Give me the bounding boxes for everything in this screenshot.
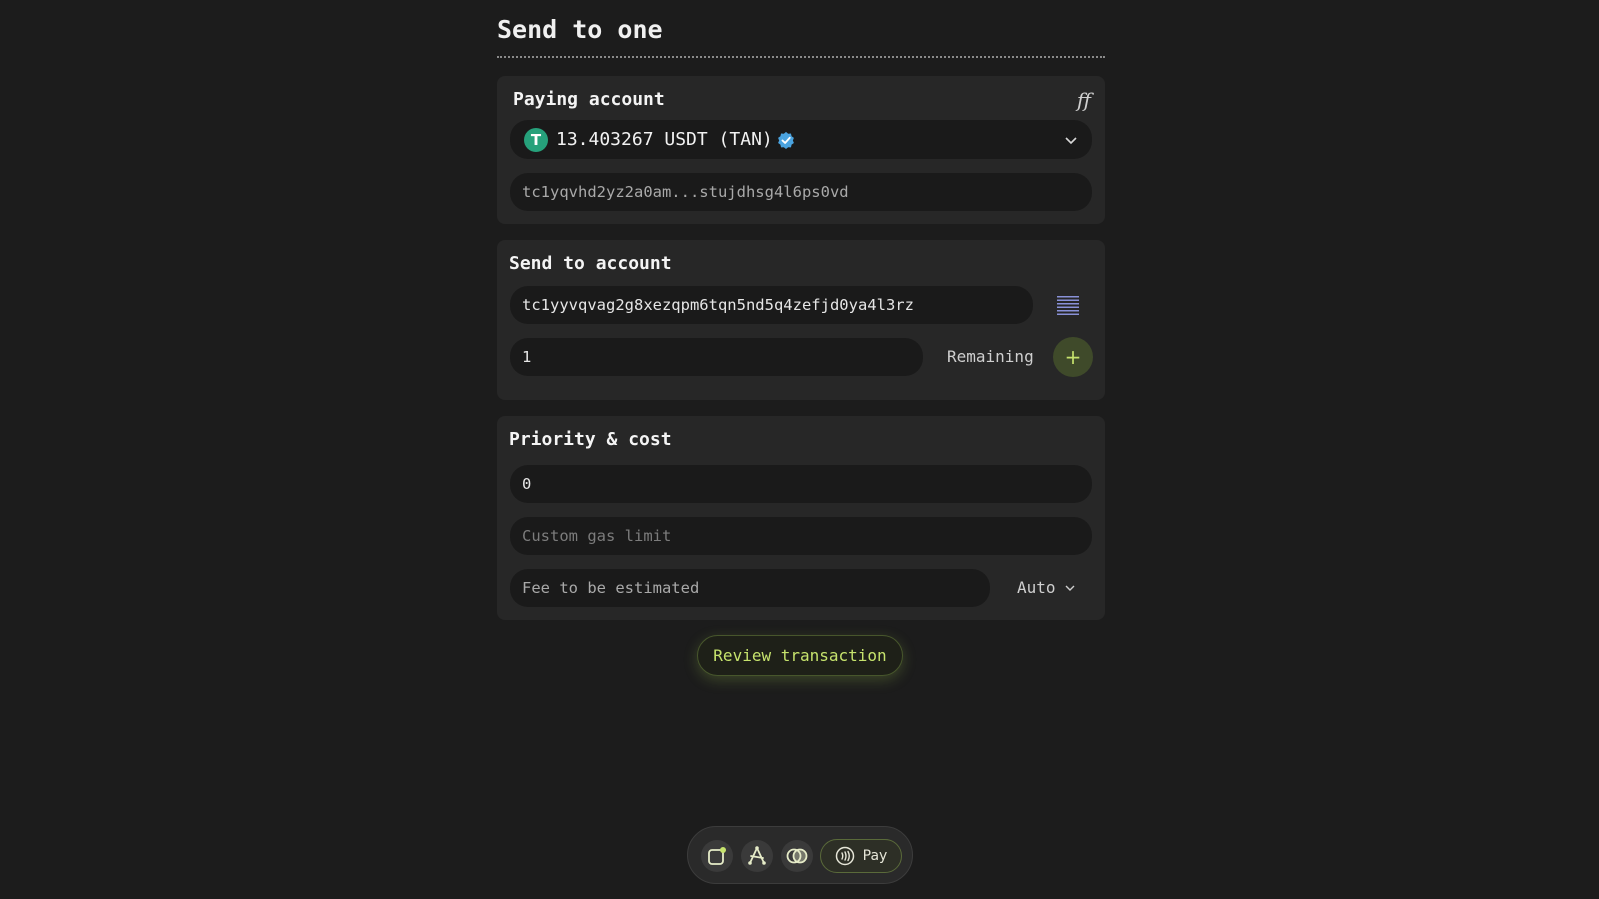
priority-input[interactable]: 0 <box>510 465 1092 503</box>
network-icon <box>748 846 766 865</box>
contactless-pay-icon <box>835 846 854 866</box>
fee-mode-select[interactable]: Auto <box>1017 578 1076 597</box>
review-transaction-button[interactable]: Review transaction <box>697 635 903 676</box>
chevron-down-icon <box>1065 585 1075 591</box>
ff-icon[interactable]: ff <box>1077 88 1091 112</box>
page: Send to one Paying account ff T 13.40326… <box>0 0 1599 899</box>
fee-estimate-field: Fee to be estimated <box>510 569 990 607</box>
dock-wallet-button[interactable] <box>701 840 733 872</box>
amount-input[interactable]: 1 <box>510 338 923 376</box>
chevron-down-icon <box>1065 136 1077 144</box>
page-title: Send to one <box>497 0 1105 58</box>
priority-cost-card: Priority & cost 0 Custom gas limit Fee t… <box>497 416 1105 620</box>
dock-pay-button[interactable]: Pay <box>820 839 902 873</box>
add-recipient-button[interactable]: + <box>1053 337 1093 377</box>
send-to-account-card: Send to account tc1yyvqvag2g8xezqpm6tqn5… <box>497 240 1105 400</box>
recipient-address-input[interactable]: tc1yyvqvag2g8xezqpm6tqn5nd5q4zefjd0ya4l3… <box>510 286 1033 324</box>
address-book-icon[interactable] <box>1057 295 1079 315</box>
overlap-circles-icon <box>786 848 808 864</box>
account-selector[interactable]: T 13.403267 USDT (TAN) <box>510 120 1092 159</box>
pay-label: Pay <box>862 848 888 864</box>
send-form: Send to one Paying account ff T 13.40326… <box>497 0 1105 620</box>
priority-cost-title: Priority & cost <box>509 429 672 450</box>
paying-account-card: Paying account ff T 13.403267 USDT (TAN)… <box>497 76 1105 224</box>
wallet-notification-icon <box>708 847 726 865</box>
remaining-button[interactable]: Remaining <box>947 347 1034 366</box>
verified-badge-icon <box>777 131 794 149</box>
account-balance: 13.403267 USDT (TAN) <box>556 129 773 150</box>
usdt-token-icon: T <box>524 127 548 152</box>
paying-address-field[interactable]: tc1yqvhd2yz2a0am...stujdhsg4l6ps0vd <box>510 173 1092 211</box>
bottom-dock: Pay <box>687 826 913 884</box>
paying-account-title: Paying account <box>513 89 665 110</box>
dock-swap-button[interactable] <box>741 840 773 872</box>
fee-mode-label: Auto <box>1017 578 1056 597</box>
custom-gas-limit-input[interactable]: Custom gas limit <box>510 517 1092 555</box>
send-to-account-title: Send to account <box>509 253 672 274</box>
dock-toggle-button[interactable] <box>781 840 813 872</box>
